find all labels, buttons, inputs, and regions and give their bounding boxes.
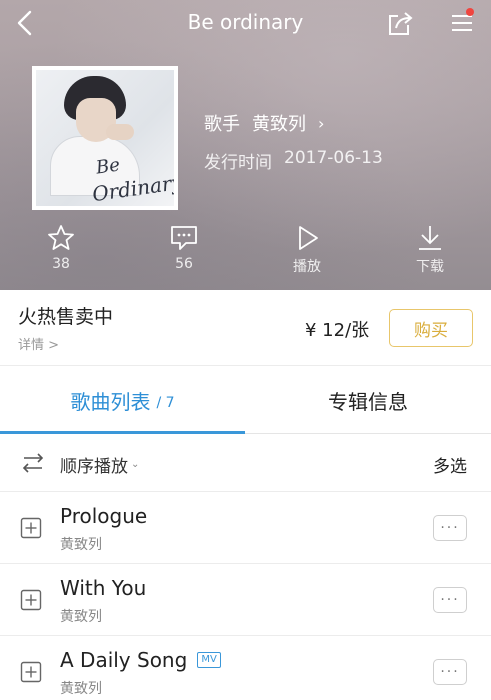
singer-name: 黄致列 — [252, 114, 306, 135]
star-icon — [48, 225, 74, 250]
comment-icon — [171, 226, 197, 250]
play-mode-label: 顺序播放 — [60, 457, 128, 477]
multi-select-button[interactable]: 多选 — [433, 452, 467, 477]
favorite-button[interactable]: 38 — [31, 224, 91, 272]
download-button[interactable]: 下载 — [400, 224, 460, 276]
comment-button[interactable]: 56 — [154, 224, 214, 272]
nav-bar: Be ordinary — [0, 0, 491, 46]
list-item[interactable]: A Daily Song MV 黄致列 ··· — [0, 636, 491, 700]
add-to-playlist-icon[interactable] — [20, 661, 42, 683]
song-title: With You — [60, 576, 146, 600]
album-meta: 歌手 黄致列 › 发行时间 2017-06-13 — [204, 110, 383, 174]
song-artist: 黄致列 — [60, 609, 102, 625]
album-cover-image: Be Ordinary — [36, 70, 174, 206]
tab-song-list-label: 歌曲列表 — [70, 389, 151, 414]
release-label: 发行时间 — [204, 153, 272, 173]
add-to-playlist-icon[interactable] — [20, 589, 42, 611]
page-title: Be ordinary — [187, 10, 304, 34]
song-list: Prologue 黄致列 ··· With You 黄致列 ··· A Dail… — [0, 492, 491, 700]
play-mode-selector[interactable]: 顺序播放 ⌄ — [60, 452, 139, 477]
singer-label: 歌手 — [204, 114, 240, 135]
cover-figure-hand — [106, 124, 134, 140]
song-title-text: With You — [60, 576, 147, 600]
notification-dot — [466, 8, 474, 16]
album-header: Be ordinary Be Ordinary 歌手 黄致列 › 发行时间 20… — [0, 0, 491, 290]
more-options-button[interactable]: ··· — [433, 515, 467, 541]
chevron-down-icon: ⌄ — [131, 459, 140, 470]
tab-album-info[interactable]: 专辑信息 — [245, 366, 491, 434]
list-item[interactable]: Prologue 黄致列 ··· — [0, 492, 491, 564]
album-actions: 38 56 播放 下载 — [0, 224, 491, 280]
song-title: A Daily Song MV — [60, 648, 221, 672]
buy-button[interactable]: 购买 — [389, 309, 473, 347]
favorite-count: 38 — [52, 256, 70, 272]
song-artist: 黄致列 — [60, 537, 102, 553]
list-item[interactable]: With You 黄致列 ··· — [0, 564, 491, 636]
song-count: / 7 — [156, 395, 175, 411]
play-icon — [299, 226, 318, 250]
album-tabs: 歌曲列表 / 7 专辑信息 — [0, 366, 491, 434]
tab-song-list[interactable]: 歌曲列表 / 7 — [0, 366, 245, 434]
sequence-play-icon[interactable] — [22, 452, 44, 474]
more-options-button[interactable]: ··· — [433, 587, 467, 613]
release-date: 2017-06-13 — [284, 148, 383, 168]
more-options-button[interactable]: ··· — [433, 659, 467, 685]
comment-count: 56 — [175, 256, 193, 272]
play-button[interactable]: 播放 — [277, 224, 337, 276]
share-icon[interactable] — [386, 8, 416, 38]
album-cover[interactable]: Be Ordinary — [32, 66, 178, 210]
play-mode-bar: 顺序播放 ⌄ 多选 — [0, 434, 491, 492]
album-price: ¥ 12/张 — [305, 320, 370, 341]
song-title-text: Prologue — [60, 504, 148, 528]
cover-title-line1: Be — [94, 154, 122, 179]
play-label: 播放 — [293, 259, 321, 275]
song-title-text: A Daily Song — [60, 648, 188, 672]
sale-detail-link[interactable]: 详情 > — [18, 334, 59, 353]
sale-bar: 火热售卖中 详情 > ¥ 12/张 购买 — [0, 290, 491, 366]
song-title: Prologue — [60, 504, 147, 528]
download-icon — [419, 226, 441, 250]
song-artist: 黄致列 — [60, 681, 102, 697]
add-to-playlist-icon[interactable] — [20, 517, 42, 539]
download-label: 下载 — [416, 259, 444, 275]
release-info: 发行时间 2017-06-13 — [204, 148, 383, 173]
chevron-right-icon: › — [318, 113, 325, 133]
tab-album-info-label: 专辑信息 — [328, 389, 408, 414]
sale-status: 火热售卖中 — [18, 306, 114, 328]
singer-link[interactable]: 歌手 黄致列 › — [204, 110, 383, 136]
mv-badge[interactable]: MV — [197, 652, 221, 668]
